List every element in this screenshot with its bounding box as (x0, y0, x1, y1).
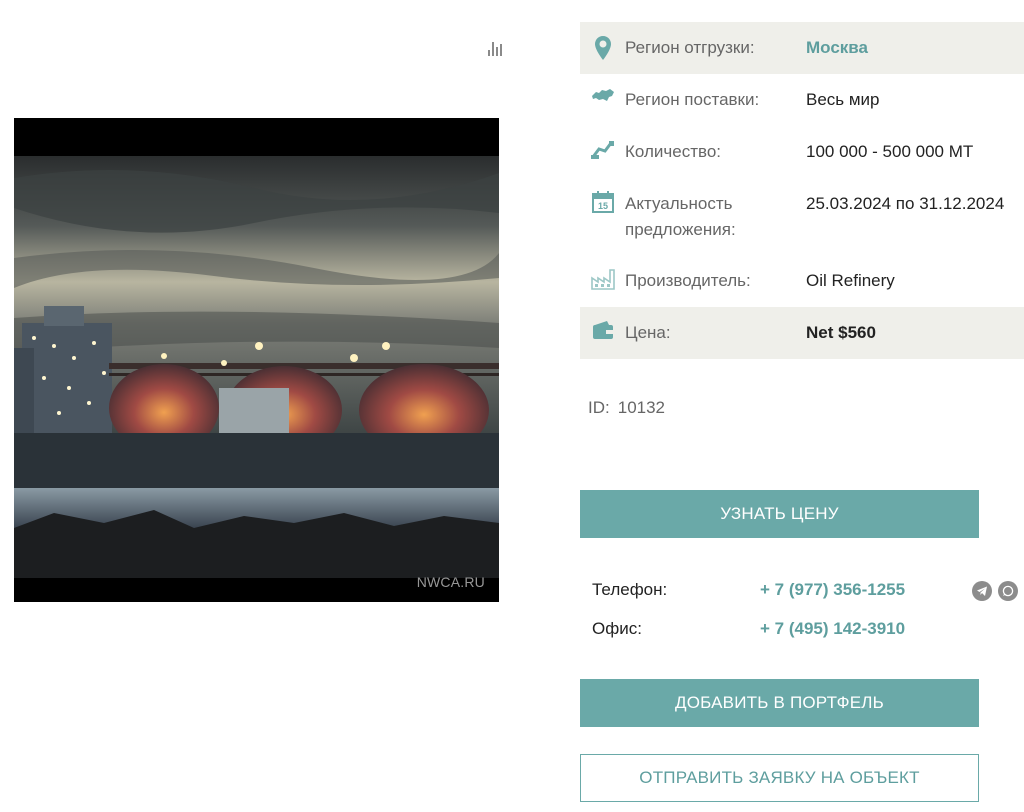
office-label: Офис: (592, 619, 642, 638)
lng-tanker-image (14, 118, 499, 602)
phone-link[interactable]: + 7 (977) 356-1255 (760, 580, 905, 599)
offer-id: ID: 10132 (588, 398, 673, 418)
price-value: Net $560 (806, 323, 876, 342)
delivery-region-label: Регион поставки: (625, 90, 760, 109)
map-pin-icon (580, 35, 625, 61)
row-producer: Производитель: Oil Refinery (580, 255, 1024, 307)
quantity-label: Количество: (625, 142, 722, 161)
row-price: Цена: Net $560 (580, 307, 1024, 359)
statistics-icon[interactable] (488, 38, 508, 56)
row-validity: 15 Актуальность предложения: 25.03.2024 … (580, 178, 1024, 255)
get-price-button[interactable]: УЗНАТЬ ЦЕНУ (580, 490, 979, 538)
wallet-icon (580, 320, 625, 340)
whatsapp-icon[interactable] (998, 581, 1018, 601)
send-request-button[interactable]: ОТПРАВИТЬ ЗАЯВКУ НА ОБЪЕКТ (580, 754, 979, 802)
calendar-icon: 15 (580, 191, 625, 213)
office-phone-link[interactable]: + 7 (495) 142-3910 (760, 619, 905, 638)
offer-id-value: 10132 (617, 398, 666, 417)
quantity-value: 100 000 - 500 000 МТ (806, 142, 974, 161)
contact-office: Офис: + 7 (495) 142-3910 (592, 619, 905, 639)
factory-icon (580, 268, 625, 290)
row-shipment-region: Регион отгрузки: Москва (580, 22, 1024, 74)
phone-label: Телефон: (592, 580, 668, 599)
telegram-icon[interactable] (972, 581, 992, 601)
crane-icon (580, 139, 625, 159)
add-to-portfolio-button[interactable]: ДОБАВИТЬ В ПОРТФЕЛЬ (580, 679, 979, 727)
shipment-region-label: Регион отгрузки: (625, 38, 755, 57)
offer-id-label: ID: (588, 398, 610, 417)
world-map-icon (580, 87, 625, 103)
producer-value: Oil Refinery (806, 271, 895, 290)
contact-phone: Телефон: + 7 (977) 356-1255 (592, 580, 905, 600)
shipment-region-value: Москва (806, 38, 868, 57)
price-label: Цена: (625, 323, 671, 342)
validity-value: 25.03.2024 по 31.12.2024 (806, 194, 1005, 213)
photo-watermark: NWCA.RU (416, 574, 485, 590)
product-photo: NWCA.RU (14, 118, 499, 602)
validity-label: Актуальность предложения: (625, 194, 736, 239)
calendar-day: 15 (597, 201, 607, 211)
offer-details: Регион отгрузки: Москва Регион поставки:… (580, 22, 1024, 359)
producer-label: Производитель: (625, 271, 751, 290)
row-delivery-region: Регион поставки: Весь мир (580, 74, 1024, 126)
delivery-region-value: Весь мир (806, 90, 880, 109)
row-quantity: Количество: 100 000 - 500 000 МТ (580, 126, 1024, 178)
